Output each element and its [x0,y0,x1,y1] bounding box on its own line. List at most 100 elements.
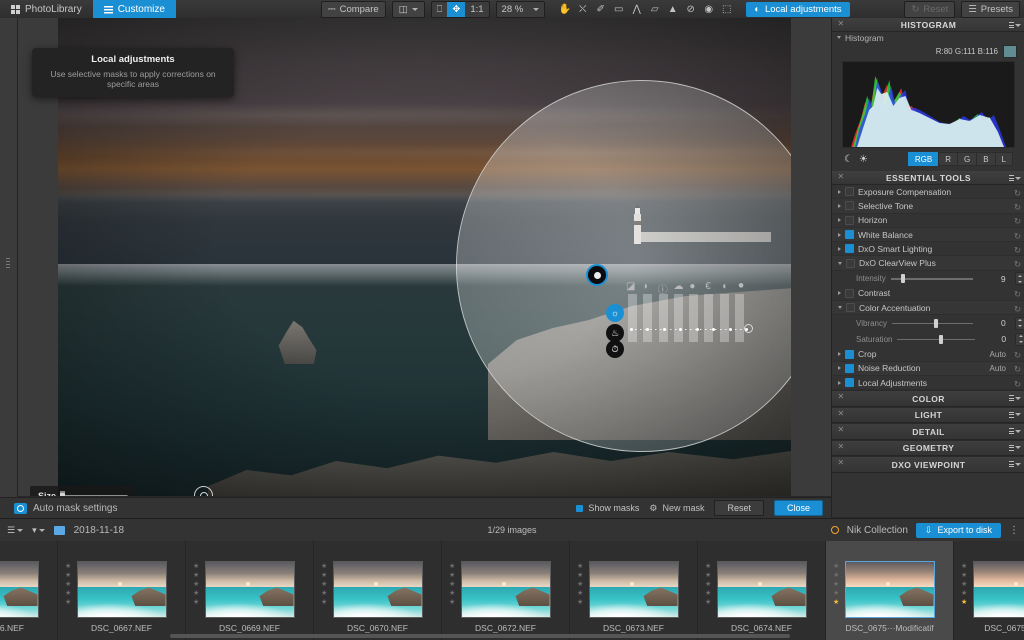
export-more-icon[interactable]: ⋮ [1009,525,1019,536]
star-icon[interactable]: ★ [961,599,968,606]
hand-tool-icon[interactable]: ✋ [556,2,573,17]
list-item[interactable]: ★ ★ ★ ★ ★ DSC_0674.NEF [698,541,826,640]
palette-menu-icon[interactable] [1009,174,1021,182]
histogram-subheader[interactable]: Histogram [832,32,1024,43]
equalizer-handle[interactable] [695,328,699,331]
star-icon[interactable]: ★ [65,599,72,606]
star-rating[interactable]: ★ ★ ★ ★ ★ [705,563,712,606]
history-tool-icon[interactable]: ⏱ [606,340,624,358]
equalizer-handle[interactable] [679,328,683,331]
tool-reset-icon[interactable]: ↻ [1014,350,1021,360]
tool-toggle[interactable] [845,215,854,225]
slider-thumb[interactable] [900,274,905,284]
local-adjustments-button[interactable]: ◐ Local adjustments [746,1,850,17]
star-icon[interactable]: ★ [449,581,456,588]
export-to-disk-button[interactable]: ⇩ Export to disk [915,522,1001,538]
microcontrast-icon[interactable]: ⓘ [658,281,668,296]
equalizer-bar[interactable] [734,294,744,342]
star-rating[interactable]: ★ ★ ★ ★ ★ [193,563,200,606]
tool-row-contrast[interactable]: Contrast ↻ [832,287,1024,302]
list-item[interactable]: ★ ★ ★ ★ ★ DSC_0670.NEF [314,541,442,640]
histogram-channel-r[interactable]: R [938,152,957,166]
thumbnail[interactable] [76,561,167,618]
split-view-button[interactable]: ◫ [391,0,425,18]
tool-toggle[interactable] [845,201,854,211]
tool-row-selective-tone[interactable]: Selective Tone ↻ [832,199,1024,214]
presets-button[interactable]: ☰ Presets [961,0,1020,18]
brightness-tool-icon[interactable]: ☼ [606,304,624,322]
tool-row-exposure-compensation[interactable]: Exposure Compensation ↻ [832,185,1024,200]
filmstrip[interactable]: ★★★★★ .NEF ★★★★★ DSC_0666.NEF ★★★★★ DSC_… [0,541,1024,640]
close-icon[interactable]: ✕ [837,393,845,401]
show-masks-checkbox[interactable]: Show masks [576,503,639,513]
chevron-right-icon[interactable] [838,189,841,194]
tool-row-noise-reduction[interactable]: Noise Reduction Auto ↻ [832,361,1024,376]
tool-reset-icon[interactable]: ↻ [1014,289,1021,299]
star-icon[interactable]: ★ [321,572,328,579]
list-item[interactable]: ★ ★ ★ ★ ★ DSC_0672.NEF [442,541,570,640]
temperature-icon[interactable]: ◖ [721,281,730,292]
star-icon[interactable]: ★ [65,590,72,597]
brush-size-control[interactable]: Size [30,486,136,496]
chevron-right-icon[interactable] [838,352,841,357]
thumbnail[interactable] [972,561,1024,618]
thumbnail[interactable] [204,561,295,618]
close-icon[interactable]: ✕ [837,409,845,418]
tool-row-horizon[interactable]: Horizon ↻ [832,214,1024,228]
star-icon[interactable]: ★ [833,563,840,570]
hue-icon[interactable]: € [705,281,714,292]
contrast-icon[interactable]: ◑ [642,281,651,292]
palette-menu-icon[interactable] [1009,394,1021,402]
chevron-right-icon[interactable] [838,232,841,237]
slider-value[interactable]: 9 [978,274,1006,284]
list-item[interactable]: ★ ★ ★ ★ ★ DSC_0675···Mod [954,541,1024,640]
tool-reset-icon[interactable]: ↻ [1014,245,1021,255]
chevron-right-icon[interactable] [838,380,841,385]
star-icon[interactable]: ★ [577,572,584,579]
zoom-move-button[interactable]: ✥ [447,1,466,17]
tab-customize[interactable]: Customize [92,0,176,18]
palette-menu-icon[interactable] [1009,460,1021,468]
equalizer-handle[interactable] [712,328,716,331]
slider-row-intensity[interactable]: Intensity 9 [832,271,1024,287]
star-icon[interactable]: ★ [449,590,456,597]
tool-toggle[interactable] [845,288,854,298]
equalizer-handle[interactable] [646,328,650,331]
star-rating[interactable]: ★ ★ ★ ★ ★ [961,563,968,606]
star-icon[interactable]: ★ [961,581,968,588]
zoom-ratio-label[interactable]: 1:1 [465,2,488,17]
star-icon[interactable]: ★ [65,572,72,579]
star-rating[interactable]: ★ ★ ★ ★ ★ [449,563,456,606]
filmstrip-scrollbar[interactable] [170,634,790,638]
star-icon[interactable]: ★ [705,590,712,597]
tool-toggle[interactable] [846,303,855,313]
preview-eye-icon[interactable]: ◉ [700,2,717,17]
star-icon[interactable]: ★ [705,581,712,588]
tool-reset-icon[interactable]: ↻ [1014,379,1021,389]
equalizer-bar[interactable] [689,294,699,342]
slider-row-saturation[interactable]: Saturation 0 [832,331,1024,347]
star-icon[interactable]: ★ [449,599,456,606]
slider-value[interactable]: 0 [980,334,1006,344]
star-icon[interactable]: ★ [705,563,712,570]
list-item-selected[interactable]: ★ ★ ★ ★ ★ DSC_0675···Modificatif [826,541,954,640]
star-icon[interactable]: ★ [833,581,840,588]
star-icon[interactable]: ★ [577,563,584,570]
star-icon[interactable]: ★ [65,563,72,570]
star-icon[interactable]: ★ [193,599,200,606]
histogram-channel-g[interactable]: G [956,152,977,166]
mask-center-handle[interactable] [586,264,608,286]
slider-track[interactable] [897,334,975,344]
star-rating[interactable]: ★ ★ ★ ★ ★ [65,563,72,606]
close-icon[interactable]: ✕ [837,20,845,28]
tool-row-white-balance[interactable]: White Balance ↻ [832,227,1024,243]
star-rating[interactable]: ★ ★ ★ ★ ★ [577,563,584,606]
star-icon[interactable]: ★ [321,563,328,570]
slider-track[interactable] [890,274,973,284]
sun-icon[interactable]: ☀ [859,154,868,165]
chevron-right-icon[interactable] [838,203,841,208]
palette-menu-icon[interactable] [1009,411,1021,419]
list-item[interactable]: ★ ★ ★ ★ ★ DSC_0669.NEF [186,541,314,640]
chevron-right-icon[interactable] [838,366,841,371]
star-icon[interactable]: ★ [193,590,200,597]
